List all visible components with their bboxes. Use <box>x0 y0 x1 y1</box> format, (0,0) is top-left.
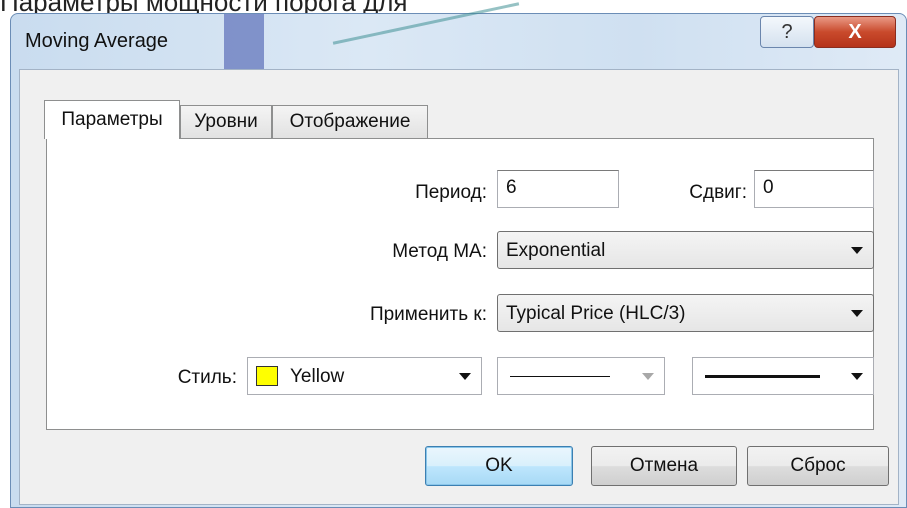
apply-to-label: Применить к: <box>369 304 487 325</box>
shift-label: Сдвиг: <box>689 182 747 203</box>
method-label: Метод MA: <box>392 241 487 262</box>
apply-to-value: Typical Price (HLC/3) <box>506 303 686 324</box>
help-icon: ? <box>781 20 793 43</box>
close-icon: X <box>848 20 862 43</box>
line-width-select[interactable] <box>692 357 874 395</box>
chevron-down-icon <box>851 310 863 317</box>
dialog-title: Moving Average <box>25 30 169 52</box>
titlebar-backdrop-shape <box>224 14 264 74</box>
chevron-down-icon <box>459 373 471 380</box>
parameters-panel: Период: 6 Сдвиг: 0 Метод MA: Exponential… <box>46 138 874 430</box>
chevron-down-icon <box>642 373 654 380</box>
color-select[interactable]: Yellow <box>247 357 482 395</box>
reset-button[interactable]: Сброс <box>747 446 889 486</box>
line-style-select[interactable] <box>497 357 665 395</box>
line-width-sample <box>705 375 820 378</box>
color-value: Yellow <box>290 366 345 387</box>
moving-average-dialog: Moving Average ? X Параметры Уровни Отоб… <box>10 2 907 508</box>
cancel-button[interactable]: Отмена <box>591 446 737 486</box>
shift-input[interactable]: 0 <box>754 170 874 208</box>
ok-button[interactable]: OK <box>425 446 573 486</box>
line-style-sample <box>510 376 610 377</box>
color-swatch <box>256 366 278 386</box>
chevron-down-icon <box>851 373 863 380</box>
method-select[interactable]: Exponential <box>497 231 874 269</box>
period-label: Период: <box>415 182 487 203</box>
tab-levels[interactable]: Уровни <box>180 105 272 138</box>
apply-to-select[interactable]: Typical Price (HLC/3) <box>497 294 874 332</box>
help-button[interactable]: ? <box>760 16 814 48</box>
close-button[interactable]: X <box>814 16 896 48</box>
tab-display[interactable]: Отображение <box>272 105 428 138</box>
method-value: Exponential <box>506 240 606 261</box>
chevron-down-icon <box>851 247 863 254</box>
tab-parameters[interactable]: Параметры <box>44 100 180 139</box>
period-input[interactable]: 6 <box>497 170 619 208</box>
dialog-body: Параметры Уровни Отображение Период: 6 С… <box>19 69 899 505</box>
style-label: Стиль: <box>177 367 237 388</box>
